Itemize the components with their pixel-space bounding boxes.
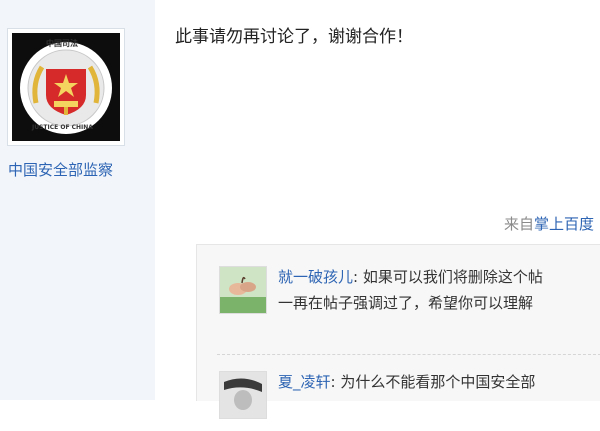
author-sidebar: 中国司法 JUSTICE OF CHINA 中国安全部监察 <box>0 0 155 400</box>
comment-text: 夏_凌轩: 为什么不能看那个中国安全部 <box>278 371 535 392</box>
comment-item: 夏_凌轩: 为什么不能看那个中国安全部 <box>217 371 600 431</box>
author-avatar[interactable]: 中国司法 JUSTICE OF CHINA <box>7 28 125 146</box>
avatar-text-top: 中国司法 <box>46 39 78 48</box>
comment-user-link[interactable]: 就一破孩儿 <box>278 268 353 286</box>
comment-section: 就一破孩儿: 如果可以我们将删除这个帖 一再在帖子强调过了，希望你可以理解 夏_… <box>196 244 600 419</box>
comment-separator: : <box>330 373 336 391</box>
avatar-text-bottom: JUSTICE OF CHINA <box>32 124 93 131</box>
source-link[interactable]: 掌上百度 <box>534 215 594 233</box>
comment-body-continued: 一再在帖子强调过了，希望你可以理解 <box>278 294 534 312</box>
post-body: 此事请勿再讨论了，谢谢合作！ <box>175 27 413 47</box>
comment-divider <box>217 354 600 355</box>
comment-body: 为什么不能看那个中国安全部 <box>340 373 536 391</box>
comment-item: 就一破孩儿: 如果可以我们将删除这个帖 一再在帖子强调过了，希望你可以理解 <box>217 266 600 326</box>
comment-text: 就一破孩儿: 如果可以我们将删除这个帖 <box>278 266 543 287</box>
source-prefix: 来自 <box>504 215 535 233</box>
comment-body: 如果可以我们将删除这个帖 <box>362 268 543 286</box>
hands-photo-icon[interactable] <box>219 266 267 314</box>
post-source: 来自掌上百度 <box>504 213 594 234</box>
comment-user-link[interactable]: 夏_凌轩 <box>278 373 331 391</box>
portrait-photo-icon[interactable] <box>219 371 267 419</box>
comment-separator: : <box>353 268 359 286</box>
author-name-link[interactable]: 中国安全部监察 <box>8 159 113 180</box>
